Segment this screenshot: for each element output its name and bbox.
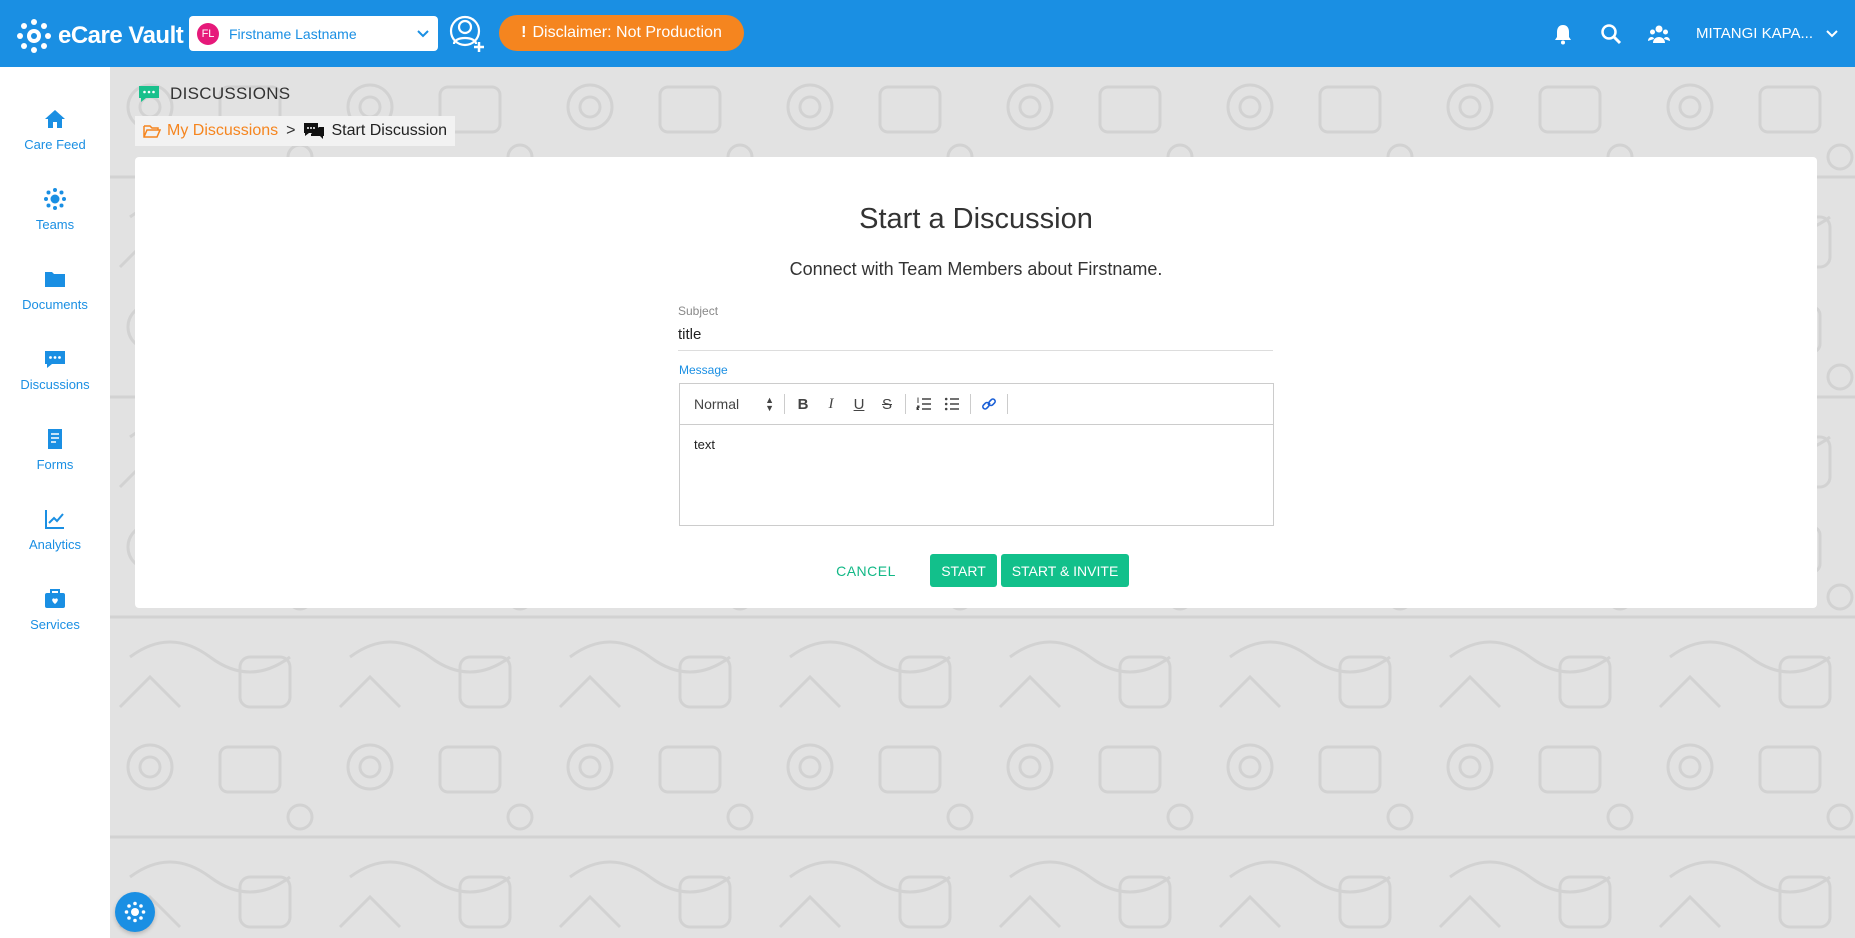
start-and-invite-button[interactable]: START & INVITE bbox=[1001, 554, 1129, 587]
message-editor: Normal ▲ ▼ B I U S text bbox=[679, 383, 1274, 526]
sidebar-item-documents[interactable]: Documents bbox=[0, 267, 110, 337]
top-right-controls: MITANGI KAPA... bbox=[1552, 0, 1855, 67]
breadcrumb-separator: > bbox=[286, 122, 296, 139]
sidebar-item-label: Teams bbox=[35, 217, 75, 232]
chart-icon bbox=[45, 510, 64, 529]
discussion-form-card: Start a Discussion Connect with Team Mem… bbox=[135, 157, 1817, 608]
ordered-list-button[interactable] bbox=[910, 391, 938, 417]
team-icon[interactable] bbox=[1648, 23, 1671, 45]
bell-icon[interactable] bbox=[1552, 23, 1574, 45]
toolbar-divider bbox=[1007, 394, 1008, 414]
underline-button[interactable]: U bbox=[845, 391, 873, 417]
disclaimer-badge: ! Disclaimer: Not Production bbox=[499, 15, 744, 51]
sidebar: Care Feed Teams Documents Discussions Fo… bbox=[0, 67, 110, 938]
sidebar-item-services[interactable]: Services bbox=[0, 587, 110, 657]
app-name: eCare Vault bbox=[58, 22, 184, 49]
page-title: Start a Discussion bbox=[859, 203, 1093, 235]
sidebar-item-teams[interactable]: Teams bbox=[0, 187, 110, 257]
toolbar-divider bbox=[905, 394, 906, 414]
logo-icon bbox=[17, 19, 51, 53]
link-button[interactable] bbox=[975, 391, 1003, 417]
page-subtitle: Connect with Team Members about Firstnam… bbox=[789, 259, 1163, 279]
message-label: Message bbox=[679, 363, 728, 377]
toolbar-divider bbox=[784, 394, 785, 414]
bullet-list-icon bbox=[944, 397, 959, 411]
form-actions: CANCEL START START & INVITE bbox=[135, 554, 1817, 587]
format-select-value: Normal bbox=[694, 396, 740, 412]
chat-icon bbox=[139, 86, 159, 102]
disclaimer-text: Disclaimer: Not Production bbox=[532, 24, 722, 41]
strikethrough-button[interactable]: S bbox=[873, 391, 901, 417]
section-title: DISCUSSIONS bbox=[138, 84, 290, 104]
cancel-button[interactable]: CANCEL bbox=[831, 554, 901, 587]
sidebar-item-label: Services bbox=[30, 617, 80, 632]
patient-name: Firstname Lastname bbox=[229, 25, 357, 42]
patient-selector[interactable]: FL Firstname Lastname bbox=[189, 16, 438, 51]
sidebar-item-label: Forms bbox=[36, 457, 74, 472]
sidebar-item-label: Discussions bbox=[20, 377, 90, 392]
editor-toolbar: Normal ▲ ▼ B I U S bbox=[680, 384, 1273, 425]
sidebar-item-label: Analytics bbox=[28, 537, 82, 552]
breadcrumb-current-label: Start Discussion bbox=[331, 122, 448, 139]
home-icon bbox=[45, 110, 65, 128]
sidebar-item-label: Care Feed bbox=[24, 137, 86, 152]
briefcase-icon bbox=[45, 589, 65, 608]
user-name[interactable]: MITANGI KAPA... bbox=[1696, 25, 1813, 42]
alert-icon: ! bbox=[521, 24, 527, 41]
breadcrumb: My Discussions > Start Discussion bbox=[135, 116, 456, 146]
sidebar-item-discussions[interactable]: Discussions bbox=[0, 347, 110, 417]
add-user-icon[interactable] bbox=[448, 14, 488, 54]
comments-icon bbox=[304, 123, 325, 139]
breadcrumb-my-discussions[interactable]: My Discussions bbox=[143, 122, 278, 140]
format-select[interactable]: Normal ▲ ▼ bbox=[688, 391, 780, 417]
italic-button[interactable]: I bbox=[817, 391, 845, 417]
subject-input[interactable] bbox=[678, 318, 1273, 351]
app-logo[interactable]: eCare Vault bbox=[14, 16, 184, 56]
folder-icon bbox=[45, 272, 65, 287]
main-content: DISCUSSIONS My Discussions > Start Discu… bbox=[110, 67, 1855, 938]
chat-icon bbox=[45, 351, 65, 368]
breadcrumb-parent-label: My Discussions bbox=[167, 122, 279, 139]
top-bar: eCare Vault FL Firstname Lastname ! Disc… bbox=[0, 0, 1855, 67]
help-chat-button[interactable] bbox=[115, 892, 155, 932]
sidebar-item-analytics[interactable]: Analytics bbox=[0, 507, 110, 577]
chevron-down-icon bbox=[417, 29, 429, 37]
sidebar-item-care-feed[interactable]: Care Feed bbox=[0, 107, 110, 177]
team-icon bbox=[44, 188, 66, 210]
sidebar-item-label: Documents bbox=[22, 297, 88, 312]
bullet-list-button[interactable] bbox=[938, 391, 966, 417]
chevron-down-icon[interactable] bbox=[1825, 27, 1839, 41]
updown-icon: ▲ ▼ bbox=[765, 395, 774, 413]
ordered-list-icon bbox=[916, 397, 931, 410]
message-input[interactable]: text bbox=[680, 425, 1273, 464]
breadcrumb-current: Start Discussion bbox=[303, 122, 447, 140]
sidebar-item-forms[interactable]: Forms bbox=[0, 427, 110, 497]
folder-open-icon bbox=[143, 125, 161, 138]
toolbar-divider bbox=[970, 394, 971, 414]
form-icon bbox=[48, 429, 62, 449]
logo-icon bbox=[124, 901, 146, 923]
start-button[interactable]: START bbox=[930, 554, 997, 587]
subject-label: Subject bbox=[678, 304, 719, 318]
search-icon[interactable] bbox=[1600, 23, 1622, 45]
section-title-text: DISCUSSIONS bbox=[170, 84, 291, 103]
link-icon bbox=[982, 398, 996, 410]
bold-button[interactable]: B bbox=[789, 391, 817, 417]
patient-avatar: FL bbox=[197, 22, 219, 45]
